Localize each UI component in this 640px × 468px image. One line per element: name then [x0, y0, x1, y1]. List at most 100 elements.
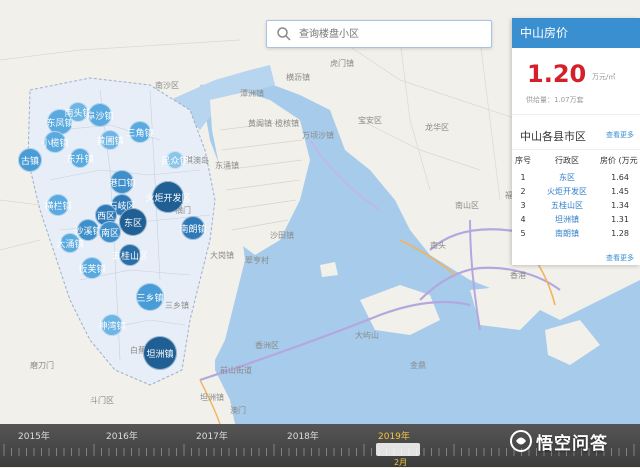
district-bubble-label: 横栏镇	[44, 201, 72, 212]
place-label: 翠亨村	[245, 256, 269, 265]
district-bubble-label: 神湾镇	[98, 321, 126, 332]
wukong-logo-icon	[510, 430, 532, 452]
place-label: 东涌镇	[215, 161, 239, 170]
table-cell-no: 5	[520, 228, 526, 238]
district-bubble[interactable]: 大涌镇	[57, 233, 84, 253]
table-row[interactable]: 4 坦洲镇 1.31	[512, 212, 640, 226]
place-label: 沙田镇	[270, 231, 294, 240]
view-more-link[interactable]: 查看更多	[606, 130, 634, 140]
district-bubble[interactable]: 板芙镇	[78, 257, 106, 279]
watermark: 悟空问答	[510, 426, 608, 456]
price-block: 1.20 万元/㎡ 供给量：1.07万套 查看更多	[512, 48, 640, 139]
table-header-row: 序号 行政区 房价 (万元	[512, 150, 640, 170]
timeline-year[interactable]: 2016年	[106, 429, 138, 442]
panel-title: 中山房价	[512, 18, 640, 48]
place-label: 金鼎	[410, 361, 426, 370]
supply-text: 供给量：1.07万套	[526, 96, 584, 104]
timeline-year[interactable]: 2019年	[378, 429, 410, 442]
district-bubble-label: 南朗镇	[179, 224, 207, 235]
place-label: 香洲区	[255, 341, 279, 350]
district-price-table: 序号 行政区 房价 (万元 1 东区 1.64 2 火炬开发区 1.45 3 五桂山区 1.34…	[512, 150, 640, 240]
district-bubble[interactable]: 东升镇	[67, 148, 94, 168]
district-bubble-label: 五桂山区	[112, 251, 149, 262]
place-label: 南头	[430, 241, 446, 250]
place-label: 南山区	[455, 201, 479, 210]
place-label: 大岗镇	[210, 251, 234, 260]
place-label: 斗门区	[90, 396, 114, 405]
timeline-handle[interactable]	[376, 443, 420, 456]
district-bubble[interactable]: 港口镇	[108, 170, 136, 194]
district-bubble[interactable]: 坦洲镇	[143, 336, 177, 370]
district-bubble[interactable]: 三角镇	[126, 121, 154, 143]
district-bubble-label: 西区	[96, 211, 115, 222]
search-icon	[277, 27, 291, 41]
table-row[interactable]: 1 东区 1.64	[512, 170, 640, 184]
district-bubble[interactable]: 火炬开发区	[146, 181, 191, 213]
district-bubble-label: 东升镇	[66, 154, 94, 165]
district-bubble[interactable]: 南区	[99, 221, 121, 243]
place-label: 大屿山	[355, 331, 379, 340]
district-bubble-label: 火炬开发区	[145, 193, 191, 204]
place-label: 横沥镇	[286, 73, 310, 82]
place-label: 榄核镇	[275, 119, 299, 128]
district-bubble[interactable]: 五桂山区	[112, 244, 148, 266]
table-cell-district[interactable]: 南朗镇	[534, 226, 600, 240]
table-row[interactable]: 2 火炬开发区 1.45	[512, 184, 640, 198]
table-cell-price: 1.45	[611, 186, 629, 196]
search-box[interactable]	[266, 20, 492, 48]
table-cell-price: 1.64	[611, 172, 629, 182]
place-label: 万顷沙镇	[302, 131, 334, 140]
place-label: 宝安区	[358, 116, 382, 125]
district-bubble-label: 南区	[100, 228, 119, 239]
district-bubble[interactable]: 横栏镇	[44, 194, 72, 216]
district-bubble[interactable]: 南朗镇	[179, 216, 207, 240]
price-unit: 万元/㎡	[592, 73, 616, 81]
table-row[interactable]: 5 南朗镇 1.28	[512, 226, 640, 240]
view-more-link-2[interactable]: 查看更多	[606, 253, 634, 263]
table-cell-no: 3	[520, 200, 526, 210]
district-bubble[interactable]: 黄圃镇	[97, 130, 124, 150]
district-bubble[interactable]: 三乡镇	[136, 283, 164, 311]
table-cell-district[interactable]: 东区	[534, 170, 600, 184]
table-cell-no: 4	[520, 214, 526, 224]
district-bubble-label: 三乡镇	[136, 293, 164, 304]
table-cell-district[interactable]: 坦洲镇	[534, 212, 600, 226]
timeline-year[interactable]: 2018年	[287, 429, 319, 442]
district-bubble-label: 阜沙镇	[86, 111, 114, 122]
district-bubble-label: 板芙镇	[78, 264, 106, 275]
district-bubble-label: 民众镇	[161, 156, 189, 167]
district-bubble-label: 古镇	[20, 156, 39, 167]
district-bubble-label: 港口镇	[108, 178, 136, 189]
table-cell-no: 2	[520, 186, 526, 196]
timeline-year[interactable]: 2017年	[196, 429, 228, 442]
watermark-text: 悟空问答	[536, 433, 608, 454]
district-bubble-label: 沙溪镇	[74, 226, 102, 237]
district-bubble-label: 大涌镇	[56, 239, 84, 250]
district-bubble[interactable]: 东区	[119, 208, 147, 236]
district-bubble[interactable]: 小榄镇	[42, 131, 69, 153]
district-bubble-label: 东区	[123, 218, 142, 229]
search-input[interactable]	[297, 27, 481, 41]
district-bubble[interactable]: 阜沙镇	[86, 103, 114, 127]
table-cell-district[interactable]: 五桂山区	[534, 198, 600, 212]
district-bubble-label: 坦洲镇	[146, 349, 174, 360]
district-bubble-label: 三角镇	[126, 128, 154, 139]
place-label: 坦洲镇	[200, 393, 224, 402]
price-panel: 中山房价 1.20 万元/㎡ 供给量：1.07万套 查看更多 中山各县市区 序号…	[512, 18, 640, 265]
place-label: 潭洲镇	[240, 89, 264, 98]
place-label: 磨刀门	[30, 361, 54, 370]
district-bubble[interactable]: 神湾镇	[98, 314, 126, 336]
district-bubble[interactable]: 南头镇	[65, 102, 92, 122]
table-row[interactable]: 3 五桂山区 1.34	[512, 198, 640, 212]
table-cell-price: 1.31	[611, 214, 629, 224]
column-header-price: 房价 (万元	[600, 155, 638, 165]
table-cell-price: 1.34	[611, 200, 629, 210]
timeline-year[interactable]: 2015年	[18, 429, 50, 442]
place-label: 虎门镇	[330, 59, 354, 68]
district-bubble-label: 黄圃镇	[96, 136, 124, 147]
district-bubble[interactable]: 古镇	[18, 148, 42, 172]
place-label: 黄阁镇	[248, 119, 272, 128]
district-bubble[interactable]: 民众镇	[162, 151, 189, 169]
place-label: 龙华区	[425, 123, 449, 132]
table-cell-district[interactable]: 火炬开发区	[534, 184, 600, 198]
